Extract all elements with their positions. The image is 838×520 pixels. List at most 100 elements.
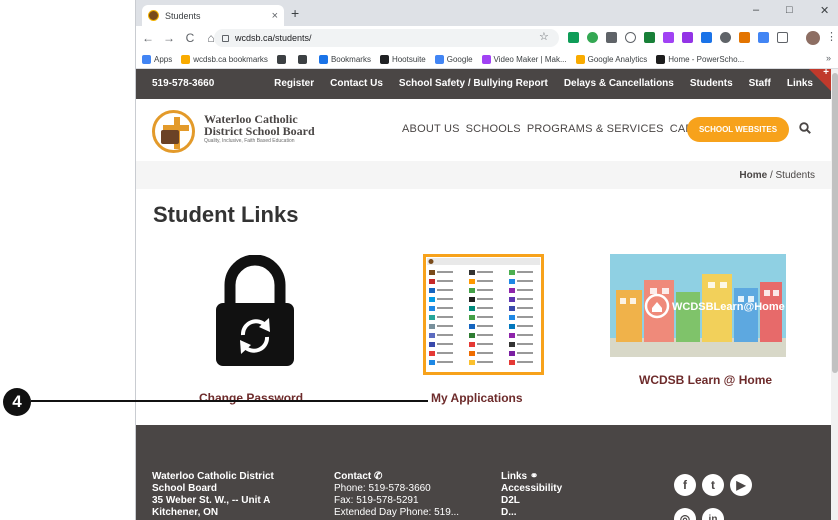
nav-programs-services[interactable]: PROGRAMS & SERVICES [527, 123, 664, 135]
browser-menu-icon[interactable]: ⋮ [826, 30, 837, 43]
reload-button[interactable]: C [181, 31, 199, 45]
forward-button[interactable]: → [160, 31, 178, 45]
footer-link[interactable]: D... [501, 507, 562, 519]
extension-icon[interactable] [606, 32, 617, 43]
cast-icon[interactable] [777, 32, 788, 43]
bookmark-item[interactable] [276, 54, 289, 64]
footer-links-heading: Links ⚭ [501, 471, 562, 483]
utility-link-staff[interactable]: Staff [749, 78, 771, 89]
bookmark-item[interactable]: Hootsuite [379, 54, 426, 64]
browser-titlebar: Students × + – □ ✕ [136, 0, 838, 26]
logo-wordmark[interactable]: Waterloo Catholic District School Board … [204, 113, 315, 144]
footer-link-d2l[interactable]: D2L [501, 495, 562, 507]
profile-avatar[interactable] [806, 31, 820, 45]
breadcrumb-home-link[interactable]: Home [739, 170, 767, 181]
footer-contact-line: Fax: 519-578-5291 [334, 495, 419, 506]
bookmark-label: Home - PowerScho... [668, 54, 745, 64]
extension-icon[interactable] [587, 32, 598, 43]
url-text: wcdsb.ca/students/ [235, 33, 312, 43]
logo-tagline: Quality, Inclusive, Faith Based Educatio… [204, 138, 295, 144]
banner-text: WCDSBLearn@Home [672, 301, 785, 313]
my-applications-link[interactable]: My Applications [431, 391, 523, 405]
twitter-icon[interactable]: t [702, 474, 724, 496]
tab-close-icon[interactable]: × [272, 10, 278, 22]
nav-about-us[interactable]: ABOUT US [402, 123, 460, 135]
nav-schools[interactable]: SCHOOLS [466, 123, 521, 135]
change-password-link[interactable]: Change Password [199, 391, 303, 405]
extension-icon[interactable] [739, 32, 750, 43]
scrollbar-thumb[interactable] [832, 73, 838, 373]
page-scrollbar[interactable] [831, 69, 838, 520]
page-title: Student Links [153, 202, 299, 227]
footer-link-accessibility[interactable]: Accessibility [501, 483, 562, 495]
utility-link-delays[interactable]: Delays & Cancellations [564, 78, 674, 89]
browser-tab[interactable]: Students × [142, 5, 284, 26]
browser-window: Students × + – □ ✕ ← → C ⌂ wcdsb.ca/stud… [135, 0, 838, 520]
bookmark-label: Apps [154, 54, 173, 64]
my-applications-thumbnail[interactable] [423, 254, 544, 375]
bookmarks-overflow-icon[interactable]: » [826, 53, 831, 63]
bookmark-item[interactable]: wcdsb.ca bookmarks [181, 54, 268, 64]
bookmark-label: Video Maker | Mak... [493, 54, 567, 64]
learn-at-home-link[interactable]: WCDSB Learn @ Home [639, 373, 772, 387]
breadcrumb: Home / Students [136, 161, 831, 189]
plus-icon[interactable]: + [823, 69, 829, 78]
facebook-icon[interactable]: f [674, 474, 696, 496]
video-maker-icon [481, 54, 491, 64]
footer-contact-line: Extended Day Phone: 519... [334, 507, 460, 518]
star-icon [318, 54, 328, 64]
instagram-icon[interactable]: ◎ [674, 508, 696, 520]
screenshot-stage: Students × + – □ ✕ ← → C ⌂ wcdsb.ca/stud… [0, 0, 838, 520]
bookmark-item[interactable]: Apps [142, 54, 173, 64]
extension-icon[interactable] [720, 32, 731, 43]
bookmark-item[interactable]: Video Maker | Mak... [481, 54, 567, 64]
bookmark-icon [297, 54, 307, 64]
hootsuite-icon [379, 54, 389, 64]
browser-toolbar: ← → C ⌂ wcdsb.ca/students/ ☆ ⋮ [136, 26, 838, 50]
extension-icon[interactable] [682, 32, 693, 43]
bookmark-item[interactable]: Bookmarks [318, 54, 371, 64]
search-icon[interactable] [799, 122, 811, 134]
minimize-button[interactable]: – [753, 4, 759, 16]
bookmark-label: Bookmarks [330, 54, 371, 64]
wcdsb-logo[interactable] [152, 110, 195, 153]
lock-icon[interactable] [214, 255, 296, 368]
folder-icon [181, 54, 191, 64]
maximize-button[interactable]: □ [786, 4, 793, 16]
bookmark-star-icon[interactable]: ☆ [539, 30, 549, 43]
bookmark-icon [276, 54, 286, 64]
address-bar[interactable]: wcdsb.ca/students/ [214, 29, 559, 47]
bookmark-item[interactable]: Home - PowerScho... [656, 54, 745, 64]
new-tab-button[interactable]: + [291, 5, 299, 21]
extension-icon[interactable] [625, 32, 636, 43]
utility-link-students[interactable]: Students [690, 78, 733, 89]
site-header: Waterloo Catholic District School Board … [136, 99, 831, 161]
school-websites-button[interactable]: SCHOOL WEBSITES [687, 117, 789, 142]
extension-icon[interactable] [701, 32, 712, 43]
bookmark-item[interactable]: Google Analytics [575, 54, 647, 64]
extension-icon[interactable] [568, 32, 579, 43]
logo-book-shape [161, 130, 179, 144]
youtube-icon[interactable]: ▶ [730, 474, 752, 496]
close-window-button[interactable]: ✕ [820, 4, 829, 17]
footer-contact-line[interactable]: Phone: 519-578-3660 [334, 483, 459, 495]
tab-title: Students [165, 10, 201, 21]
website-viewport: 519-578-3660 Register Contact Us School … [136, 69, 831, 520]
link-chain-icon: ⚭ [529, 471, 539, 482]
linkedin-icon[interactable]: in [702, 508, 724, 520]
utility-link-safety[interactable]: School Safety / Bullying Report [399, 78, 548, 89]
google-icon [434, 54, 444, 64]
bookmarks-bar: Apps wcdsb.ca bookmarks Bookmarks Hootsu… [136, 50, 838, 69]
learn-at-home-banner[interactable]: WCDSBLearn@Home [610, 254, 786, 357]
bookmark-item[interactable]: Google [434, 54, 473, 64]
bookmark-item[interactable] [297, 54, 310, 64]
extension-icon[interactable] [663, 32, 674, 43]
extension-icon[interactable] [758, 32, 769, 43]
utility-link-register[interactable]: Register [274, 78, 314, 89]
back-button[interactable]: ← [139, 31, 157, 45]
utility-bar: 519-578-3660 Register Contact Us School … [136, 69, 831, 99]
utility-link-contact[interactable]: Contact Us [330, 78, 383, 89]
extension-icon[interactable] [644, 32, 655, 43]
callout-pointer-line [31, 400, 428, 402]
footer-contact: Contact ✆ Phone: 519-578-3660 Fax: 519-5… [334, 471, 459, 519]
